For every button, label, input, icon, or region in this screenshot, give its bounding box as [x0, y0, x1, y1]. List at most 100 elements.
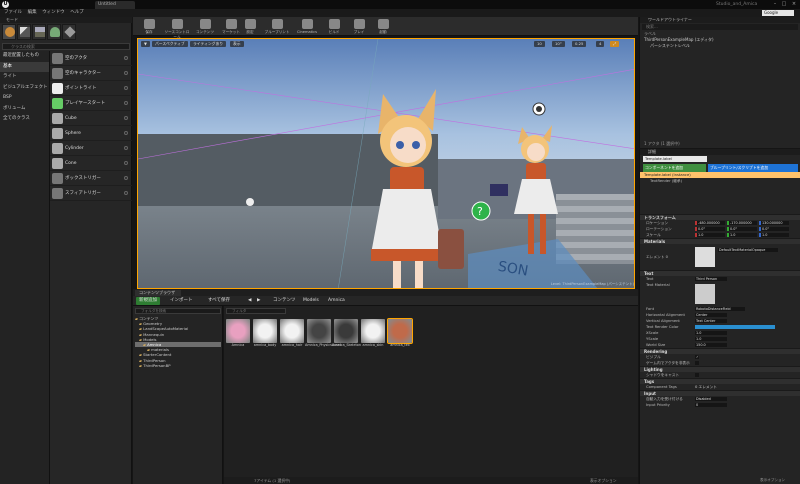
lit-mode-button[interactable]: ライティングあり: [190, 41, 227, 47]
material-dropdown[interactable]: DefaultTextMaterialOpaque: [718, 248, 778, 252]
perspective-button[interactable]: パースペクティブ: [152, 41, 188, 47]
forward-button[interactable]: ▶: [254, 297, 263, 305]
asset-thumbnail[interactable]: amnica_hair: [280, 319, 304, 349]
class-search-input[interactable]: クラスの検索: [2, 43, 130, 50]
toolbar-button[interactable]: ブループリント: [263, 18, 291, 35]
add-new-button[interactable]: 新規追加: [136, 297, 160, 305]
import-button[interactable]: インポート: [167, 297, 196, 305]
path-crumb-models[interactable]: Models: [300, 297, 322, 305]
paint-mode-button[interactable]: [17, 24, 31, 40]
maximize-icon[interactable]: □: [780, 1, 788, 8]
folder-search-input[interactable]: フォルダを検索: [135, 308, 221, 314]
category-item[interactable]: ボリューム: [0, 104, 49, 115]
category-item[interactable]: 基本: [0, 61, 49, 72]
menu-file[interactable]: ファイル: [4, 9, 22, 17]
placeable-asset-item[interactable]: Cone: [50, 156, 132, 171]
category-item[interactable]: 最近配置したもの: [0, 51, 49, 62]
placeable-asset-item[interactable]: ポイントライト: [50, 81, 132, 96]
toolbar-button[interactable]: 起動: [369, 18, 397, 35]
toolbar-button[interactable]: Cinematics: [293, 18, 321, 35]
close-icon[interactable]: ×: [790, 1, 798, 8]
folder-tree-item[interactable]: ▰ ThirdPersonBP: [135, 363, 221, 368]
world-outliner: ワールドアウトライナー 検索... ラベル ThirdPersonExample…: [639, 17, 800, 148]
toolbar-button[interactable]: ソースコントロール: [163, 18, 191, 39]
info-icon: [124, 191, 128, 195]
h-align-dropdown[interactable]: Center: [695, 313, 727, 317]
outliner-tab[interactable]: ワールドアウトライナー: [640, 17, 800, 23]
text-render-row[interactable]: TextRender (継承): [640, 178, 800, 184]
camera-speed-button[interactable]: 4: [596, 41, 605, 47]
details-view-options[interactable]: 表示オプション: [760, 477, 785, 484]
path-crumb-content[interactable]: コンテンツ: [270, 297, 299, 305]
toolbar-button[interactable]: 保存: [135, 18, 163, 35]
category-item[interactable]: ビジュアルエフェクト: [0, 83, 49, 94]
details-tab[interactable]: 詳細: [640, 149, 800, 155]
geometry-mode-button[interactable]: [62, 24, 76, 40]
outliner-search-input[interactable]: 検索...: [642, 24, 798, 30]
input-priority-input[interactable]: 0: [695, 403, 727, 407]
modes-tab[interactable]: モード: [0, 17, 132, 23]
hidden-checkbox[interactable]: [695, 361, 699, 365]
scale-snap-button[interactable]: 0.25: [572, 41, 587, 47]
asset-thumbnail[interactable]: amnica_body: [253, 319, 277, 349]
maximize-viewport-button[interactable]: ⤢: [610, 41, 620, 47]
asset-thumbnail[interactable]: Amnica_PhysicsAsset: [305, 319, 341, 349]
toolbar-icon: [200, 19, 211, 29]
category-item[interactable]: BSP: [0, 93, 49, 104]
level-viewport[interactable]: SON ? ▼ パースペクティブ ライティングあり 表示 10 10° 0.25…: [137, 38, 635, 289]
text-material-thumbnail[interactable]: [695, 284, 715, 304]
viewport-menu-button[interactable]: ▼: [141, 41, 150, 47]
asset-thumbnail[interactable]: Amnica: [226, 319, 250, 349]
show-button[interactable]: 表示: [230, 41, 244, 47]
placeable-asset-item[interactable]: スフィアトリガー: [50, 186, 132, 201]
y-scale-input[interactable]: 1.0: [695, 337, 727, 341]
font-dropdown[interactable]: RobotoDistanceField: [695, 307, 745, 311]
visible-checkbox[interactable]: ✓: [695, 355, 699, 359]
asset-filter-input[interactable]: フィルタ: [226, 308, 286, 314]
placeable-asset-item[interactable]: Cube: [50, 111, 132, 126]
menu-window[interactable]: ウィンドウ: [42, 9, 65, 17]
world-size-input[interactable]: 150.0: [695, 343, 727, 347]
save-all-button[interactable]: すべて保存: [205, 297, 233, 305]
text-color-swatch[interactable]: [695, 325, 775, 329]
placeable-asset-item[interactable]: 空のアクタ: [50, 51, 132, 66]
menu-help[interactable]: ヘルプ: [70, 9, 84, 17]
landscape-mode-button[interactable]: [32, 24, 46, 40]
place-icon: [5, 27, 15, 37]
asset-thumbnail[interactable]: Amnica_Skeleton: [332, 319, 361, 349]
auto-input-dropdown[interactable]: Disabled: [695, 397, 727, 401]
category-item[interactable]: 全てのクラス: [0, 114, 49, 125]
menu-edit[interactable]: 編集: [28, 9, 37, 17]
text-value-input[interactable]: Third Person: [695, 277, 727, 281]
minimize-icon[interactable]: –: [771, 1, 779, 8]
input-priority-row: Input Priority 0: [640, 402, 800, 408]
category-item[interactable]: ライト: [0, 72, 49, 83]
shadow-checkbox[interactable]: [695, 373, 699, 377]
x-scale-input[interactable]: 1.0: [695, 331, 727, 335]
add-blueprint-button[interactable]: ブループリント/スクリプトを追加: [708, 164, 798, 172]
material-thumbnail[interactable]: [695, 247, 715, 267]
asset-thumbnail[interactable]: amnica_tex: [387, 318, 413, 349]
toolbar-button[interactable]: 設定: [236, 18, 264, 35]
toolbar-button[interactable]: コンテンツ: [191, 18, 219, 35]
actor-name-field[interactable]: Template.label: [643, 156, 707, 162]
web-search-box[interactable]: Google: [762, 10, 794, 16]
place-mode-button[interactable]: [2, 24, 16, 40]
placeable-asset-item[interactable]: プレイヤースタート: [50, 96, 132, 111]
level-tab[interactable]: Untitled: [95, 1, 135, 9]
placeable-asset-item[interactable]: 空のキャラクター: [50, 66, 132, 81]
toolbar-icon: [144, 19, 155, 29]
toolbar-button[interactable]: ビルド: [320, 18, 348, 35]
foliage-mode-button[interactable]: [47, 24, 61, 40]
placeable-asset-item[interactable]: Cylinder: [50, 141, 132, 156]
cb-view-options[interactable]: 表示オプション: [590, 477, 617, 484]
path-crumb-amnica[interactable]: Amnica: [325, 297, 348, 305]
add-component-button[interactable]: コンポーネントを追加: [643, 164, 706, 172]
grid-snap-button[interactable]: 10: [534, 41, 545, 47]
asset-thumbnail[interactable]: amnica_skin: [361, 319, 385, 349]
placeable-asset-item[interactable]: Sphere: [50, 126, 132, 141]
outliner-row-level[interactable]: パーシステントレベル: [640, 43, 800, 49]
placeable-asset-item[interactable]: ボックストリガー: [50, 171, 132, 186]
v-align-dropdown[interactable]: Text Center: [695, 319, 727, 323]
rotation-snap-button[interactable]: 10°: [552, 41, 565, 47]
